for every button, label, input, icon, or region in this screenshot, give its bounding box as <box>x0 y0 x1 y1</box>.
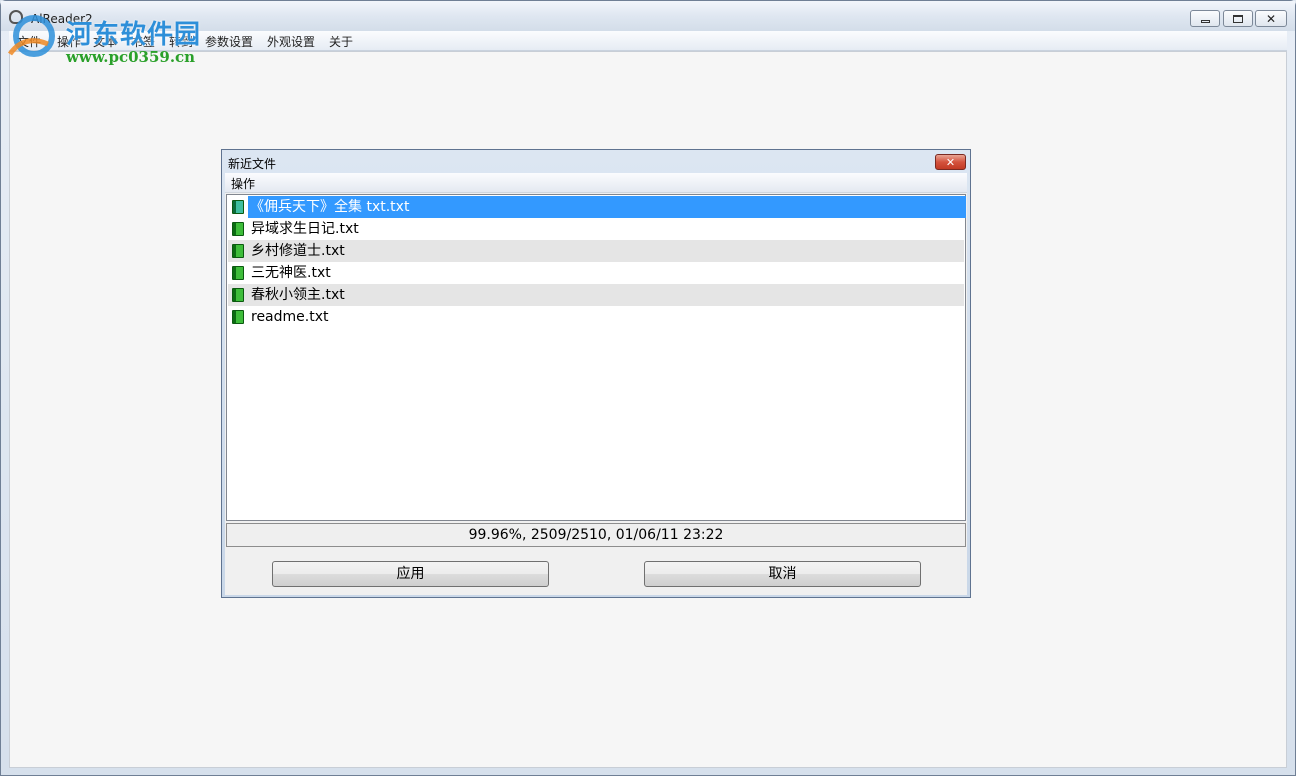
menu-about[interactable]: 关于 <box>329 33 353 50</box>
file-name: 春秋小领主.txt <box>251 287 345 303</box>
list-item[interactable]: 乡村修道士.txt <box>228 240 964 262</box>
minimize-icon <box>1200 19 1210 23</box>
book-icon <box>232 244 244 258</box>
book-icon <box>232 310 244 324</box>
recent-files-list[interactable]: 《佣兵天下》全集 txt.txt 异域求生日记.txt 乡村修道士.txt 三无… <box>226 194 966 521</box>
list-item[interactable]: 三无神医.txt <box>228 262 964 284</box>
file-name: readme.txt <box>251 309 329 325</box>
book-icon <box>232 222 244 236</box>
close-icon: ✕ <box>945 155 956 169</box>
close-icon: ✕ <box>1265 11 1277 26</box>
dialog-body: 操作 《佣兵天下》全集 txt.txt 异域求生日记.txt 乡村修道士.txt… <box>225 173 967 595</box>
file-status: 99.96%, 2509/2510, 01/06/11 23:22 <box>226 523 966 547</box>
book-icon <box>232 200 244 214</box>
list-item[interactable]: 异域求生日记.txt <box>228 218 964 240</box>
book-icon <box>232 266 244 280</box>
dialog-menu-operate[interactable]: 操作 <box>231 175 255 192</box>
menu-settings[interactable]: 参数设置 <box>205 33 253 50</box>
cancel-button[interactable]: 取消 <box>644 561 921 587</box>
maximize-icon <box>1233 14 1243 23</box>
list-item[interactable]: 春秋小领主.txt <box>228 284 964 306</box>
dialog-close-button[interactable]: ✕ <box>935 154 966 170</box>
file-name: 乡村修道士.txt <box>251 243 345 259</box>
file-name: 异域求生日记.txt <box>251 221 359 237</box>
book-icon <box>232 288 244 302</box>
recent-files-dialog: 新近文件 ✕ 操作 《佣兵天下》全集 txt.txt 异域求生日记.txt 乡村… <box>221 149 971 598</box>
dialog-title: 新近文件 <box>228 157 277 171</box>
minimize-button[interactable] <box>1190 10 1220 27</box>
close-button[interactable]: ✕ <box>1255 10 1287 27</box>
file-name: 三无神医.txt <box>251 265 331 281</box>
menu-appearance[interactable]: 外观设置 <box>267 33 315 50</box>
file-name: 《佣兵天下》全集 txt.txt <box>248 196 966 218</box>
watermark-text: 河东软件园 <box>66 20 202 50</box>
apply-button[interactable]: 应用 <box>272 561 549 587</box>
dialog-menu-bar: 操作 <box>225 173 967 193</box>
list-item[interactable]: 《佣兵天下》全集 txt.txt <box>228 196 966 218</box>
list-item[interactable]: readme.txt <box>228 306 964 328</box>
watermark-url: www.pc0359.cn <box>66 48 196 66</box>
maximize-button[interactable] <box>1223 10 1253 27</box>
watermark-logo-icon <box>7 15 55 57</box>
